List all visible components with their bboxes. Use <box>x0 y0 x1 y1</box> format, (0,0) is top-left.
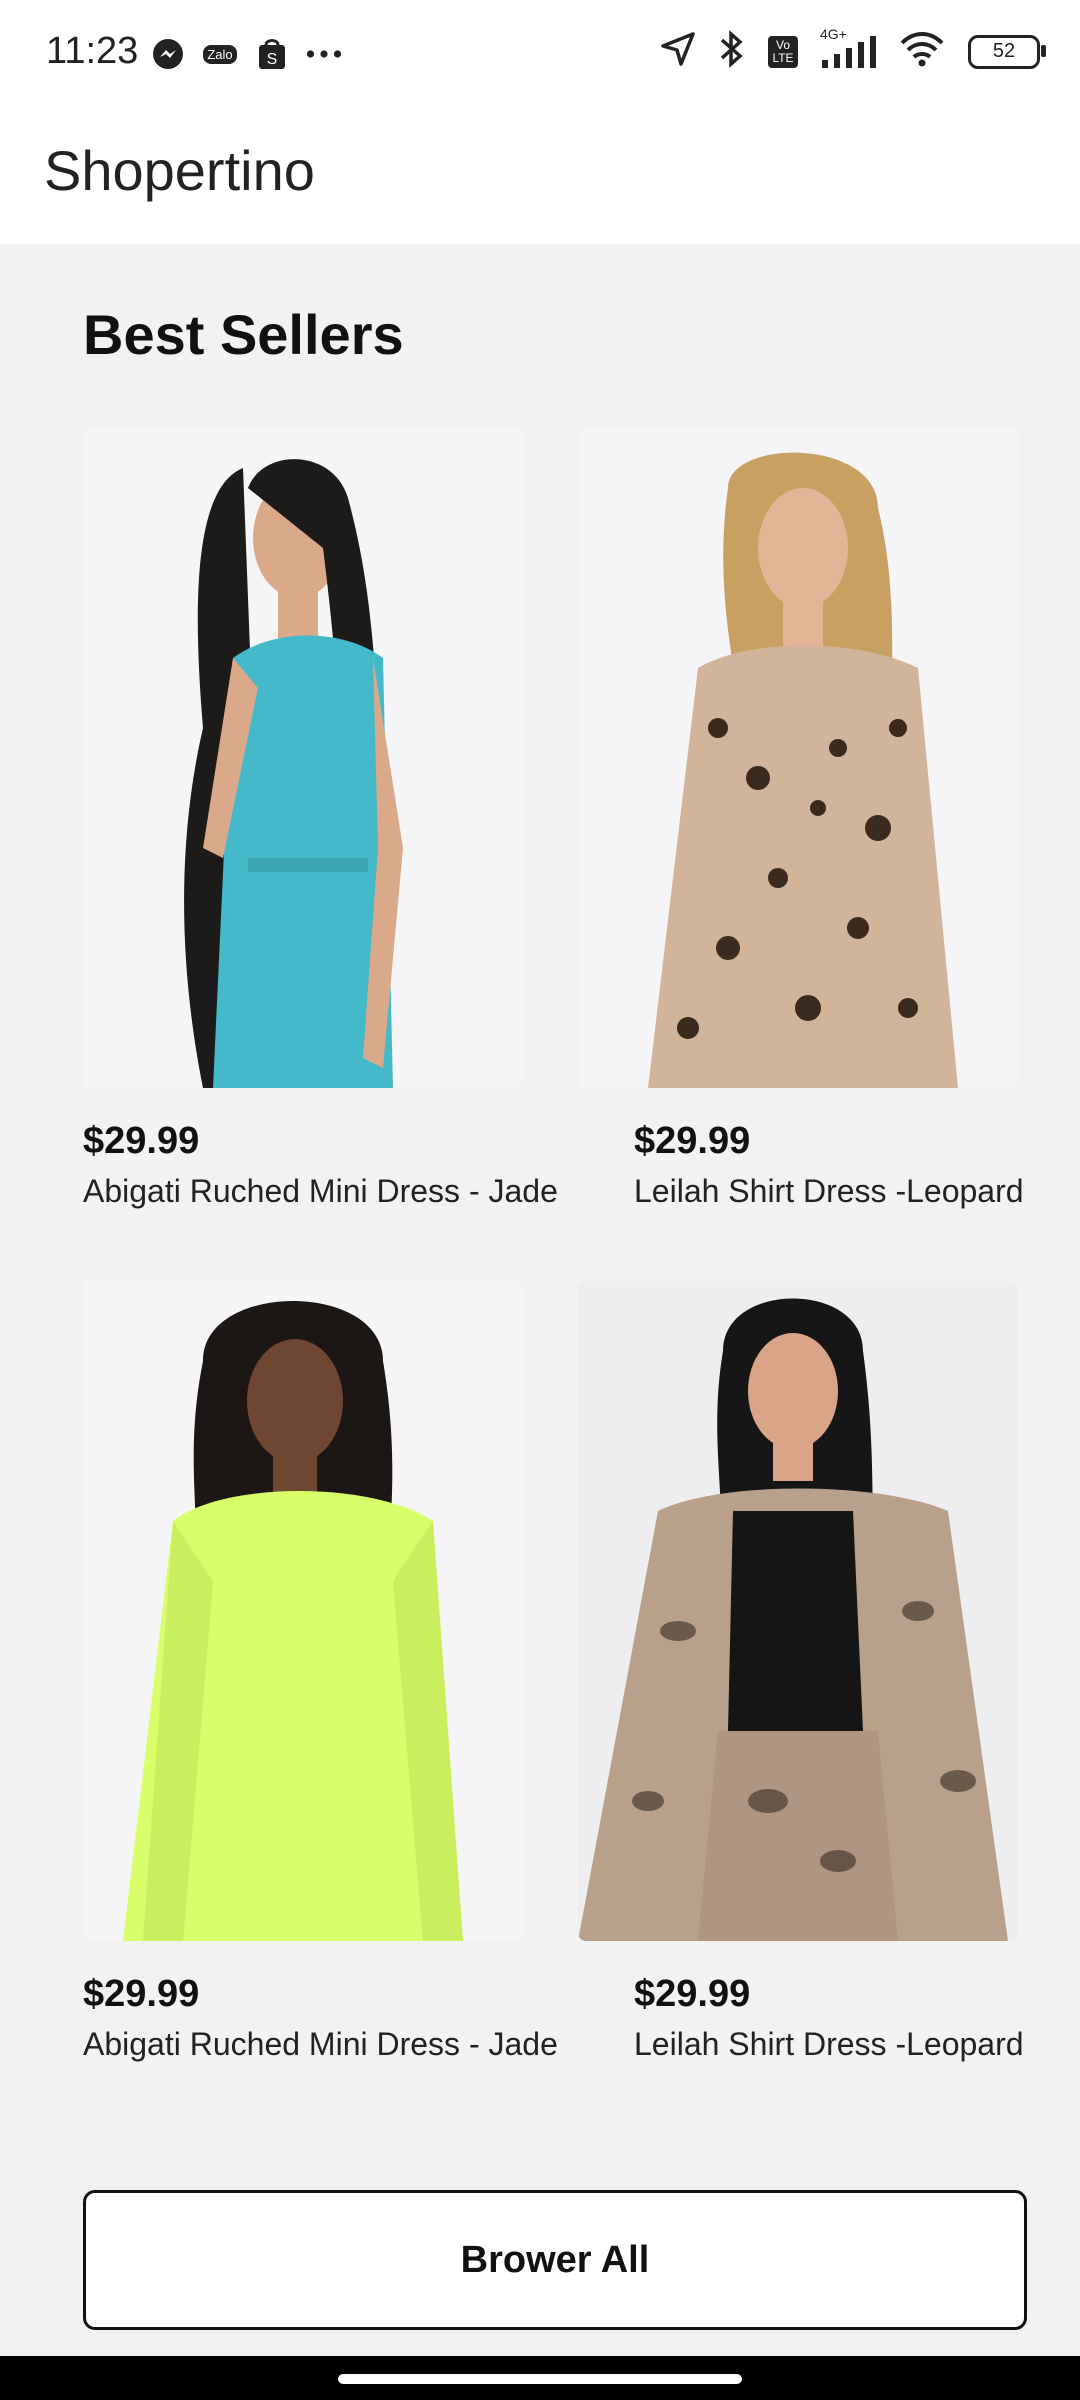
home-indicator[interactable] <box>338 2374 742 2384</box>
location-arrow-icon <box>660 31 696 72</box>
svg-text:S: S <box>267 51 278 68</box>
product-name: Abigati Ruched Mini Dress - Jade <box>83 2026 558 2062</box>
product-price: $29.99 <box>83 1973 200 2015</box>
messenger-icon <box>150 36 186 72</box>
status-left-icons: Zalo S <box>150 36 342 72</box>
product-name: Abigati Ruched Mini Dress - Jade <box>83 1173 558 1209</box>
product-price: $29.99 <box>634 1973 751 2015</box>
zalo-icon: Zalo <box>202 36 238 72</box>
browse-all-button[interactable]: Brower All <box>83 2190 1027 2330</box>
product-image[interactable] <box>83 428 523 1088</box>
product-image[interactable] <box>578 428 1018 1088</box>
battery-level: 52 <box>992 40 1016 62</box>
signal-icon: 4G+ <box>820 26 876 70</box>
network-label: 4G+ <box>820 25 847 42</box>
app-header: Shopertino <box>0 112 1080 244</box>
product-name: Leilah Shirt Dress -Leopard <box>634 2026 1024 2062</box>
shop-icon: S <box>254 36 290 72</box>
status-right-icons: Vo LTE 4G+ 52 <box>660 26 1046 73</box>
wifi-icon <box>898 31 946 72</box>
status-bar: 11:23 Zalo S Vo LTE 4G+ 52 <box>0 0 1080 112</box>
product-card[interactable]: $29.99 Abigati Ruched Mini Dress - Jade <box>83 428 558 1210</box>
app-title: Shopertino <box>44 139 315 202</box>
zalo-label: Zalo <box>203 44 237 64</box>
product-price: $29.99 <box>634 1120 751 1162</box>
product-image[interactable] <box>83 1281 523 1941</box>
section-title: Best Sellers <box>83 303 404 366</box>
bluetooth-icon <box>718 30 746 73</box>
more-dots-icon <box>306 36 342 72</box>
product-price: $29.99 <box>83 1120 200 1162</box>
battery-icon: 52 <box>968 34 1046 69</box>
system-nav-bar <box>0 2356 1080 2400</box>
product-card[interactable]: $29.99 Leilah Shirt Dress -Leopard <box>578 1281 1024 2063</box>
status-time: 11:23 <box>46 30 139 72</box>
volte-icon: Vo LTE <box>768 35 798 68</box>
product-card[interactable]: $29.99 Leilah Shirt Dress -Leopard <box>578 428 1024 1210</box>
product-card[interactable]: $29.99 Abigati Ruched Mini Dress - Jade <box>83 1281 558 2063</box>
product-name: Leilah Shirt Dress -Leopard <box>634 1173 1024 1209</box>
volte-label: Vo LTE <box>768 35 798 68</box>
product-image[interactable] <box>578 1281 1018 1941</box>
